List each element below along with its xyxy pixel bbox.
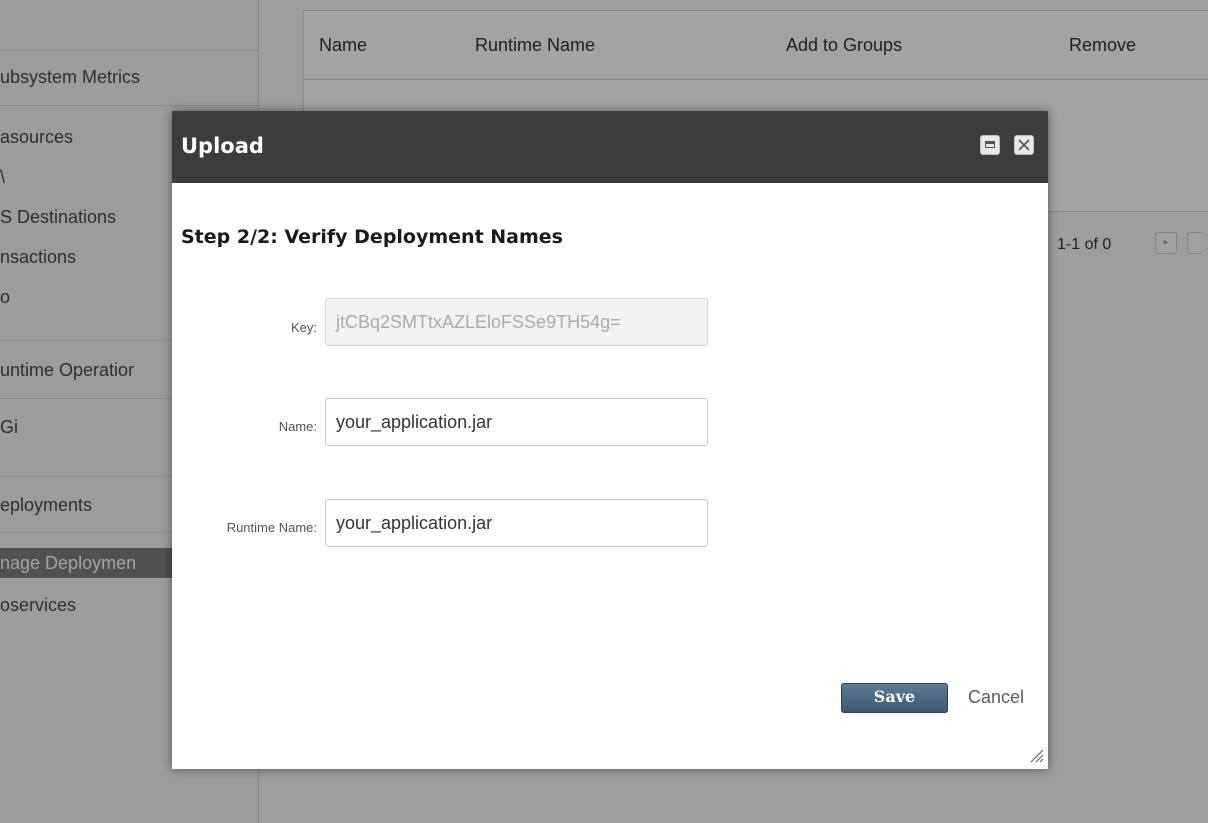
close-glyph: [1018, 139, 1030, 151]
step-title: Step 2/2: Verify Deployment Names: [181, 226, 563, 248]
runtime-name-label: Runtime Name:: [226, 520, 317, 535]
key-label: Key:: [290, 320, 317, 335]
minimize-icon[interactable]: [980, 135, 1000, 155]
name-label: Name:: [278, 419, 317, 434]
upload-dialog: Upload Step 2/2: Verify Deployment Names…: [172, 111, 1048, 769]
resize-grip-icon[interactable]: [1028, 747, 1044, 763]
close-icon[interactable]: [1014, 135, 1034, 155]
cancel-link[interactable]: Cancel: [968, 687, 1024, 708]
dialog-title: Upload: [181, 134, 264, 158]
runtime-name-input[interactable]: [325, 499, 708, 547]
save-button[interactable]: Save: [841, 683, 948, 713]
dialog-header: Upload: [172, 111, 1048, 183]
name-input[interactable]: [325, 398, 708, 446]
key-field: jtCBq2SMTtxAZLEloFSSe9TH54g=: [325, 298, 708, 346]
